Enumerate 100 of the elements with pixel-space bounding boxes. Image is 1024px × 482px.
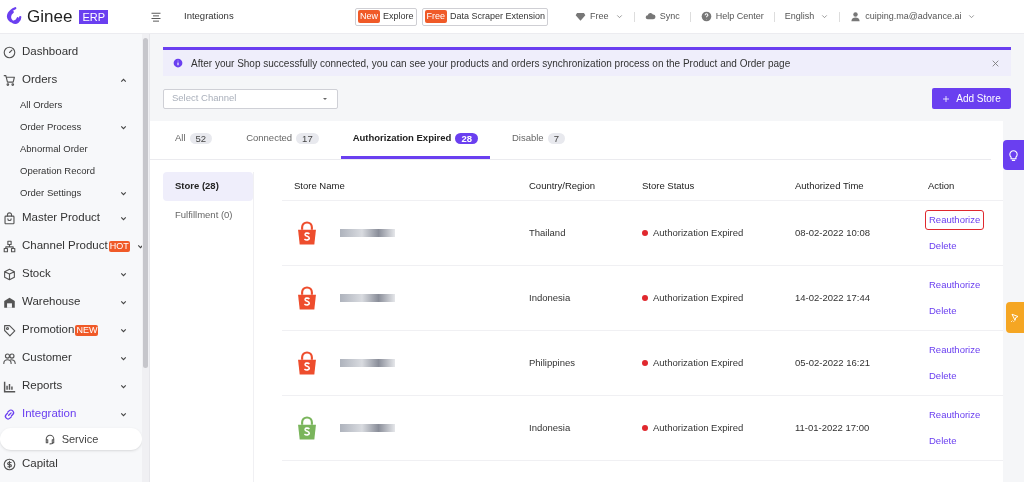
status-text: Authorization Expired — [653, 225, 744, 240]
bar-chart-icon — [3, 379, 16, 393]
gauge-icon — [3, 45, 16, 59]
plus-icon — [942, 94, 951, 103]
info-icon — [173, 58, 183, 68]
warehouse-icon — [3, 295, 16, 309]
column-header: Store Name — [294, 178, 346, 193]
chevron-icon — [614, 12, 624, 21]
sidebar-subitem[interactable]: Order Process — [0, 116, 142, 138]
menu-icon — [150, 10, 162, 23]
lightbulb-icon — [1007, 148, 1020, 162]
count-badge: 17 — [296, 133, 319, 144]
action-link[interactable]: Reauthorize — [925, 274, 985, 295]
promo-tag: Free — [424, 10, 448, 23]
sidebar-item[interactable]: Customer — [0, 344, 142, 372]
sidebar-item[interactable]: Dashboard — [0, 38, 142, 66]
sidebar-item[interactable]: Channel Product HOT — [0, 232, 142, 260]
time-cell-text: 05-02-2022 16:21 — [795, 355, 871, 370]
action-link[interactable]: Reauthorize — [925, 404, 985, 425]
redacted-name — [340, 424, 395, 432]
redacted-name — [340, 294, 395, 302]
time-cell-text: 14-02-2022 17:44 — [795, 290, 871, 305]
banner-text: After your Shop successfully connected, you can see your products and orders synchronization process on the Product and Order page — [191, 56, 792, 71]
close-icon — [991, 58, 1000, 68]
sidebar-subitem[interactable]: Order Settings — [0, 182, 142, 204]
tab[interactable]: All 52 — [163, 121, 225, 159]
header-menu-item[interactable]: Free — [575, 9, 624, 24]
add-store-button[interactable]: Add Store — [932, 88, 1011, 109]
tab[interactable]: Authorization Expired 28 — [340, 121, 490, 159]
sidebar-item[interactable]: Stock — [0, 260, 142, 288]
status-text: Authorization Expired — [653, 420, 744, 435]
sidebar-item[interactable]: Reports — [0, 372, 142, 400]
time-cell-text: 08-02-2022 10:08 — [795, 225, 871, 240]
header-menu-item[interactable]: English — [784, 9, 830, 24]
action-link[interactable]: Reauthorize — [925, 339, 985, 360]
user-icon — [850, 11, 862, 22]
sidebar-item[interactable]: Capital — [0, 450, 142, 478]
tab[interactable]: Connected 17 — [234, 121, 331, 159]
sidebar-item[interactable]: Promotion NEW — [0, 316, 142, 344]
sidebar-item[interactable]: Orders — [0, 66, 142, 94]
help-icon — [700, 11, 712, 22]
redacted-name — [340, 359, 395, 367]
diamond-icon — [575, 11, 587, 22]
header-menu-item[interactable]: Help Center — [700, 9, 764, 24]
headset-icon — [43, 433, 56, 445]
bag-icon — [3, 211, 16, 225]
header-menu-item[interactable]: cuiping.ma@advance.ai — [850, 9, 977, 24]
status-text: Authorization Expired — [653, 290, 744, 305]
tips-button[interactable] — [1003, 140, 1024, 170]
badge: NEW — [75, 324, 99, 336]
tab[interactable]: Disable 7 — [499, 121, 577, 159]
redacted-name — [340, 229, 395, 237]
sidebar-item[interactable]: Integration — [0, 400, 142, 428]
page-title: Integrations — [184, 9, 235, 24]
column-header: Authorized Time — [795, 178, 865, 193]
country-cell-text: Indonesia — [529, 290, 572, 305]
promo-tag: New — [358, 10, 380, 23]
people-icon — [3, 351, 16, 365]
action-link[interactable]: Delete — [925, 236, 961, 257]
link-icon — [3, 407, 16, 421]
cursor-icon — [1009, 311, 1021, 324]
cart-icon — [3, 73, 16, 87]
promo-button[interactable]: New Explore — [355, 7, 417, 26]
time-cell-text: 11-01-2022 17:00 — [795, 420, 871, 435]
count-badge: 52 — [189, 133, 213, 144]
service-button[interactable]: Service — [0, 428, 142, 450]
side-tab[interactable]: Store (28) — [163, 172, 253, 201]
sidebar-item[interactable]: Warehouse — [0, 288, 142, 316]
country-cell-text: Thailand — [529, 225, 567, 240]
count-badge: 28 — [455, 133, 478, 144]
dollar-icon — [3, 457, 16, 471]
promo-button[interactable]: Free Data Scraper Extension — [421, 7, 549, 26]
status-text: Authorization Expired — [653, 355, 744, 370]
badge: HOT — [108, 240, 130, 252]
floating-tool-button[interactable] — [1006, 302, 1024, 333]
country-cell-text: Philippines — [529, 355, 576, 370]
tag-icon — [3, 323, 16, 337]
sidebar-item[interactable]: Master Product — [0, 204, 142, 232]
logo-badge: ERP — [79, 9, 108, 24]
cloud-icon — [644, 11, 656, 22]
close-button[interactable] — [991, 58, 1001, 68]
scrollbar-thumb[interactable] — [143, 38, 148, 368]
hierarchy-icon — [3, 239, 16, 253]
action-link[interactable]: Reauthorize — [925, 209, 985, 230]
sidebar-subitem[interactable]: Operation Record — [0, 160, 142, 182]
box-icon — [3, 267, 16, 281]
column-header: Action — [928, 178, 956, 193]
action-link[interactable]: Delete — [925, 431, 961, 452]
side-tab[interactable]: Fulfillment (0) — [163, 201, 253, 230]
column-header: Store Status — [642, 178, 696, 193]
logo-text: Ginee — [27, 5, 73, 28]
chevron-icon — [967, 12, 977, 21]
action-link[interactable]: Delete — [925, 366, 961, 387]
header-menu-item[interactable]: Sync — [644, 9, 680, 24]
action-link[interactable]: Delete — [925, 301, 961, 322]
sidebar-subitem[interactable]: All Orders — [0, 94, 142, 116]
chevron-icon — [820, 12, 830, 21]
column-header: Country/Region — [529, 178, 596, 193]
count-badge: 7 — [547, 133, 565, 144]
sidebar-subitem[interactable]: Abnormal Order — [0, 138, 142, 160]
